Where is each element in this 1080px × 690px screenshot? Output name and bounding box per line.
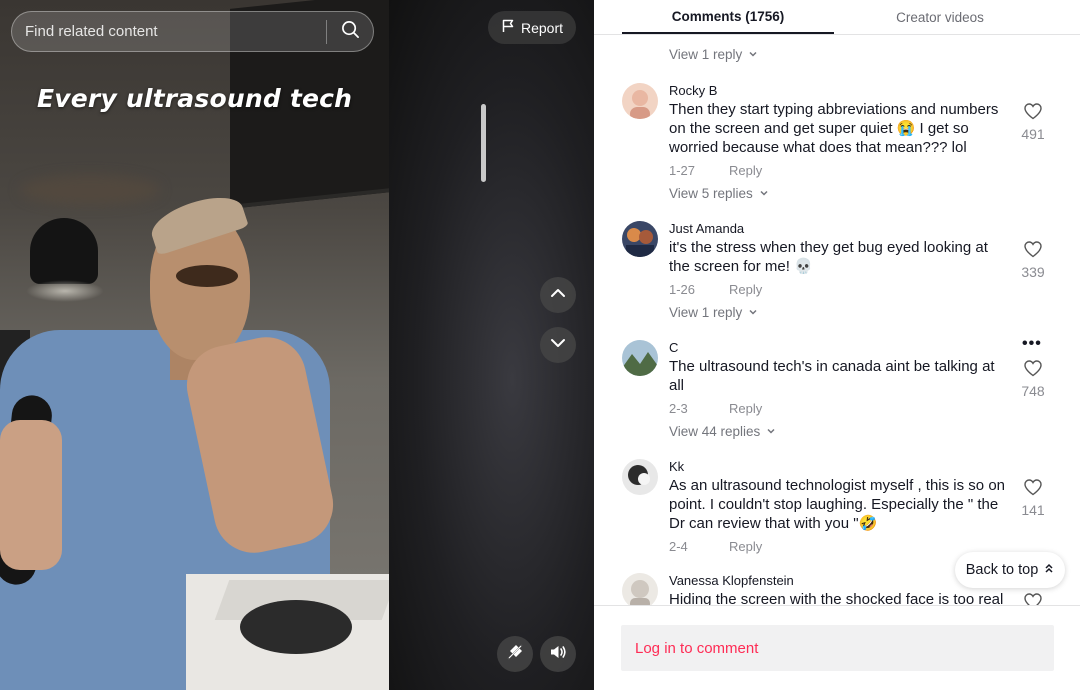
flag-icon (501, 19, 515, 36)
comment-date: 2-4 (669, 539, 688, 554)
report-label: Report (520, 19, 564, 36)
chevron-down-icon (748, 47, 758, 62)
volume-icon (548, 642, 568, 667)
view-replies-toggle[interactable]: View 1 reply (669, 47, 758, 62)
comment-author[interactable]: Rocky B (669, 83, 717, 98)
computer-mouse (240, 600, 352, 654)
view-replies-label: View 44 replies (669, 424, 761, 439)
avatar[interactable] (622, 221, 658, 257)
floating-player-button[interactable] (497, 636, 533, 672)
comment-text: The ultrasound tech's in canada aint be … (669, 358, 995, 394)
view-replies-toggle[interactable]: View 5 replies (669, 186, 769, 201)
comment-author[interactable]: Just Amanda (669, 221, 744, 236)
person-mustache (176, 265, 238, 287)
lamp-glow (26, 280, 104, 302)
reply-button[interactable]: Reply (729, 282, 762, 297)
comment-author[interactable]: Kk (669, 459, 684, 474)
comment-date: 2-3 (669, 401, 688, 416)
like-button[interactable]: 141 (1018, 479, 1048, 518)
chevron-down-icon (549, 334, 567, 357)
volume-button[interactable] (540, 636, 576, 672)
tab-creator-videos[interactable]: Creator videos (834, 0, 1046, 34)
like-count: 748 (1021, 383, 1045, 399)
search-input[interactable] (12, 23, 326, 40)
comment-text: it's the stress when they get bug eyed l… (669, 239, 988, 275)
view-replies-toggle[interactable]: View 44 replies (669, 424, 776, 439)
avatar[interactable] (622, 83, 658, 119)
search-box (11, 11, 374, 52)
like-button[interactable]: 339 (1018, 241, 1048, 280)
view-replies-toggle[interactable]: View 1 reply (669, 305, 758, 320)
video-frame[interactable]: Every ultrasound tech (0, 0, 389, 690)
scrollbar-track[interactable] (1073, 35, 1080, 605)
heart-icon (1024, 241, 1042, 263)
like-count: 141 (1021, 502, 1045, 518)
report-button[interactable]: Report (488, 11, 576, 44)
search-icon (341, 20, 360, 44)
comment-author[interactable]: Vanessa Klopfenstein (669, 573, 794, 588)
reply-button[interactable]: Reply (729, 163, 762, 178)
back-to-top-button[interactable]: Back to top (955, 552, 1065, 588)
comment-text: As an ultrasound technologist myself , t… (669, 477, 1006, 532)
video-caption-overlay: Every ultrasound tech (37, 84, 353, 113)
pendant-lamp (30, 218, 98, 284)
video-pane: Every ultrasound tech Report (0, 0, 594, 690)
avatar[interactable] (622, 459, 658, 495)
heart-icon (1024, 360, 1042, 382)
chevron-down-icon (766, 424, 776, 439)
like-count: 339 (1021, 264, 1045, 280)
tab-comments[interactable]: Comments (1756) (622, 0, 834, 34)
view-replies-label: View 5 replies (669, 186, 753, 201)
comment-footer: Log in to comment (594, 605, 1080, 690)
panel-tabs: Comments (1756) Creator videos (594, 0, 1080, 35)
floating-player-icon (506, 643, 524, 666)
more-options-icon[interactable]: ••• (1022, 335, 1042, 353)
avatar[interactable] (622, 573, 658, 605)
previous-video-button[interactable] (540, 277, 576, 313)
back-to-top-label: Back to top (965, 562, 1039, 578)
avatar[interactable] (622, 340, 658, 376)
scrollbar-thumb[interactable] (481, 104, 486, 182)
chevron-down-icon (759, 186, 769, 201)
like-button[interactable] (1018, 593, 1048, 605)
comment-list[interactable]: View 1 reply Rocky B Then they start typ… (594, 35, 1080, 605)
heart-icon (1024, 593, 1042, 605)
reply-button[interactable]: Reply (729, 401, 762, 416)
chevron-down-icon (748, 305, 758, 320)
chevron-up-icon (549, 284, 567, 307)
comment-text: Hiding the screen with the shocked face … (669, 591, 1004, 605)
heart-icon (1024, 479, 1042, 501)
comment-text: Then they start typing abbreviations and… (669, 101, 999, 156)
login-to-comment-button[interactable]: Log in to comment (621, 625, 1054, 671)
comment-date: 1-27 (669, 163, 696, 178)
reply-button[interactable]: Reply (729, 539, 762, 554)
view-replies-label: View 1 reply (669, 305, 743, 320)
like-button[interactable]: 491 (1018, 103, 1048, 142)
person-hand (0, 420, 62, 570)
comment-date: 1-26 (669, 282, 696, 297)
ceiling-fan (20, 175, 160, 205)
like-button[interactable]: 748 (1018, 360, 1048, 399)
search-button[interactable] (327, 12, 373, 51)
double-chevron-up-icon (1044, 562, 1054, 578)
view-replies-label: View 1 reply (669, 47, 743, 62)
comment-author[interactable]: C (669, 340, 678, 355)
next-video-button[interactable] (540, 327, 576, 363)
heart-icon (1024, 103, 1042, 125)
like-count: 491 (1021, 126, 1045, 142)
